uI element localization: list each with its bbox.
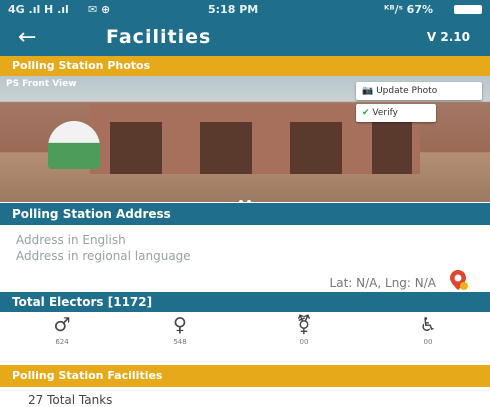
female-count: 548 — [173, 338, 187, 346]
check-icon: ✔ — [362, 108, 370, 118]
pwd-stat: ♿ 00 — [398, 315, 458, 346]
address-english: Address in English — [16, 233, 126, 247]
verify-button[interactable]: ✔ Verify — [356, 104, 436, 122]
door-shape — [200, 122, 252, 174]
photo-pager-dots[interactable] — [237, 189, 253, 202]
verify-label: Verify — [372, 108, 398, 118]
wheelchair-icon: ♿ — [419, 314, 437, 336]
pwd-count: 00 — [423, 338, 433, 346]
app-bar: ← Facilities V 2.10 — [0, 20, 490, 56]
address-section-header: Polling Station Address — [0, 203, 490, 225]
battery-icon — [454, 5, 482, 14]
status-time: 5:18 PM — [208, 3, 259, 16]
lat-lng-text: Lat: N/A, Lng: N/A — [329, 276, 436, 290]
address-regional: Address in regional language — [16, 249, 191, 263]
map-pin-icon[interactable] — [446, 268, 470, 292]
status-bar: 4G .ıl H .ıl ✉ ⊕ 5:18 PM ᴷᴮ/ˢ 67% — [0, 0, 490, 20]
update-photo-button[interactable]: 📷 Update Photo — [356, 82, 482, 100]
page-title: Facilities — [106, 26, 212, 48]
female-icon: ♀ — [173, 314, 187, 336]
door-shape — [290, 122, 342, 174]
arrow-left-icon[interactable]: ← — [18, 25, 36, 50]
door-shape — [372, 122, 412, 174]
water-tank-image — [48, 121, 100, 169]
facilities-section-header: Polling Station Facilities — [0, 365, 490, 387]
transgender-icon: ⚧ — [296, 314, 312, 336]
male-stat: ♂ 624 — [32, 315, 92, 346]
photos-section-header: Polling Station Photos — [0, 56, 490, 76]
door-shape — [110, 122, 162, 174]
update-photo-label: Update Photo — [376, 86, 438, 96]
male-icon: ♂ — [53, 314, 71, 336]
notification-icons: ✉ ⊕ — [88, 3, 111, 16]
female-stat: ♀ 548 — [150, 315, 210, 346]
camera-icon: 📷 — [362, 86, 374, 96]
photo-label: PS Front View — [6, 79, 77, 89]
electors-header: Total Electors [1172] — [0, 292, 490, 312]
version-label: V 2.10 — [426, 30, 470, 44]
facility-item[interactable]: 27 Total Tanks — [28, 393, 112, 407]
status-right: ᴷᴮ/ˢ 67% — [384, 3, 434, 16]
male-count: 624 — [55, 338, 69, 346]
polling-station-photo[interactable]: PS Front View 📷 Update Photo ✔ Verify — [0, 76, 490, 202]
transgender-count: 00 — [299, 338, 309, 346]
signal-indicators: 4G .ıl H .ıl — [8, 3, 69, 16]
transgender-stat: ⚧ 00 — [274, 315, 334, 346]
